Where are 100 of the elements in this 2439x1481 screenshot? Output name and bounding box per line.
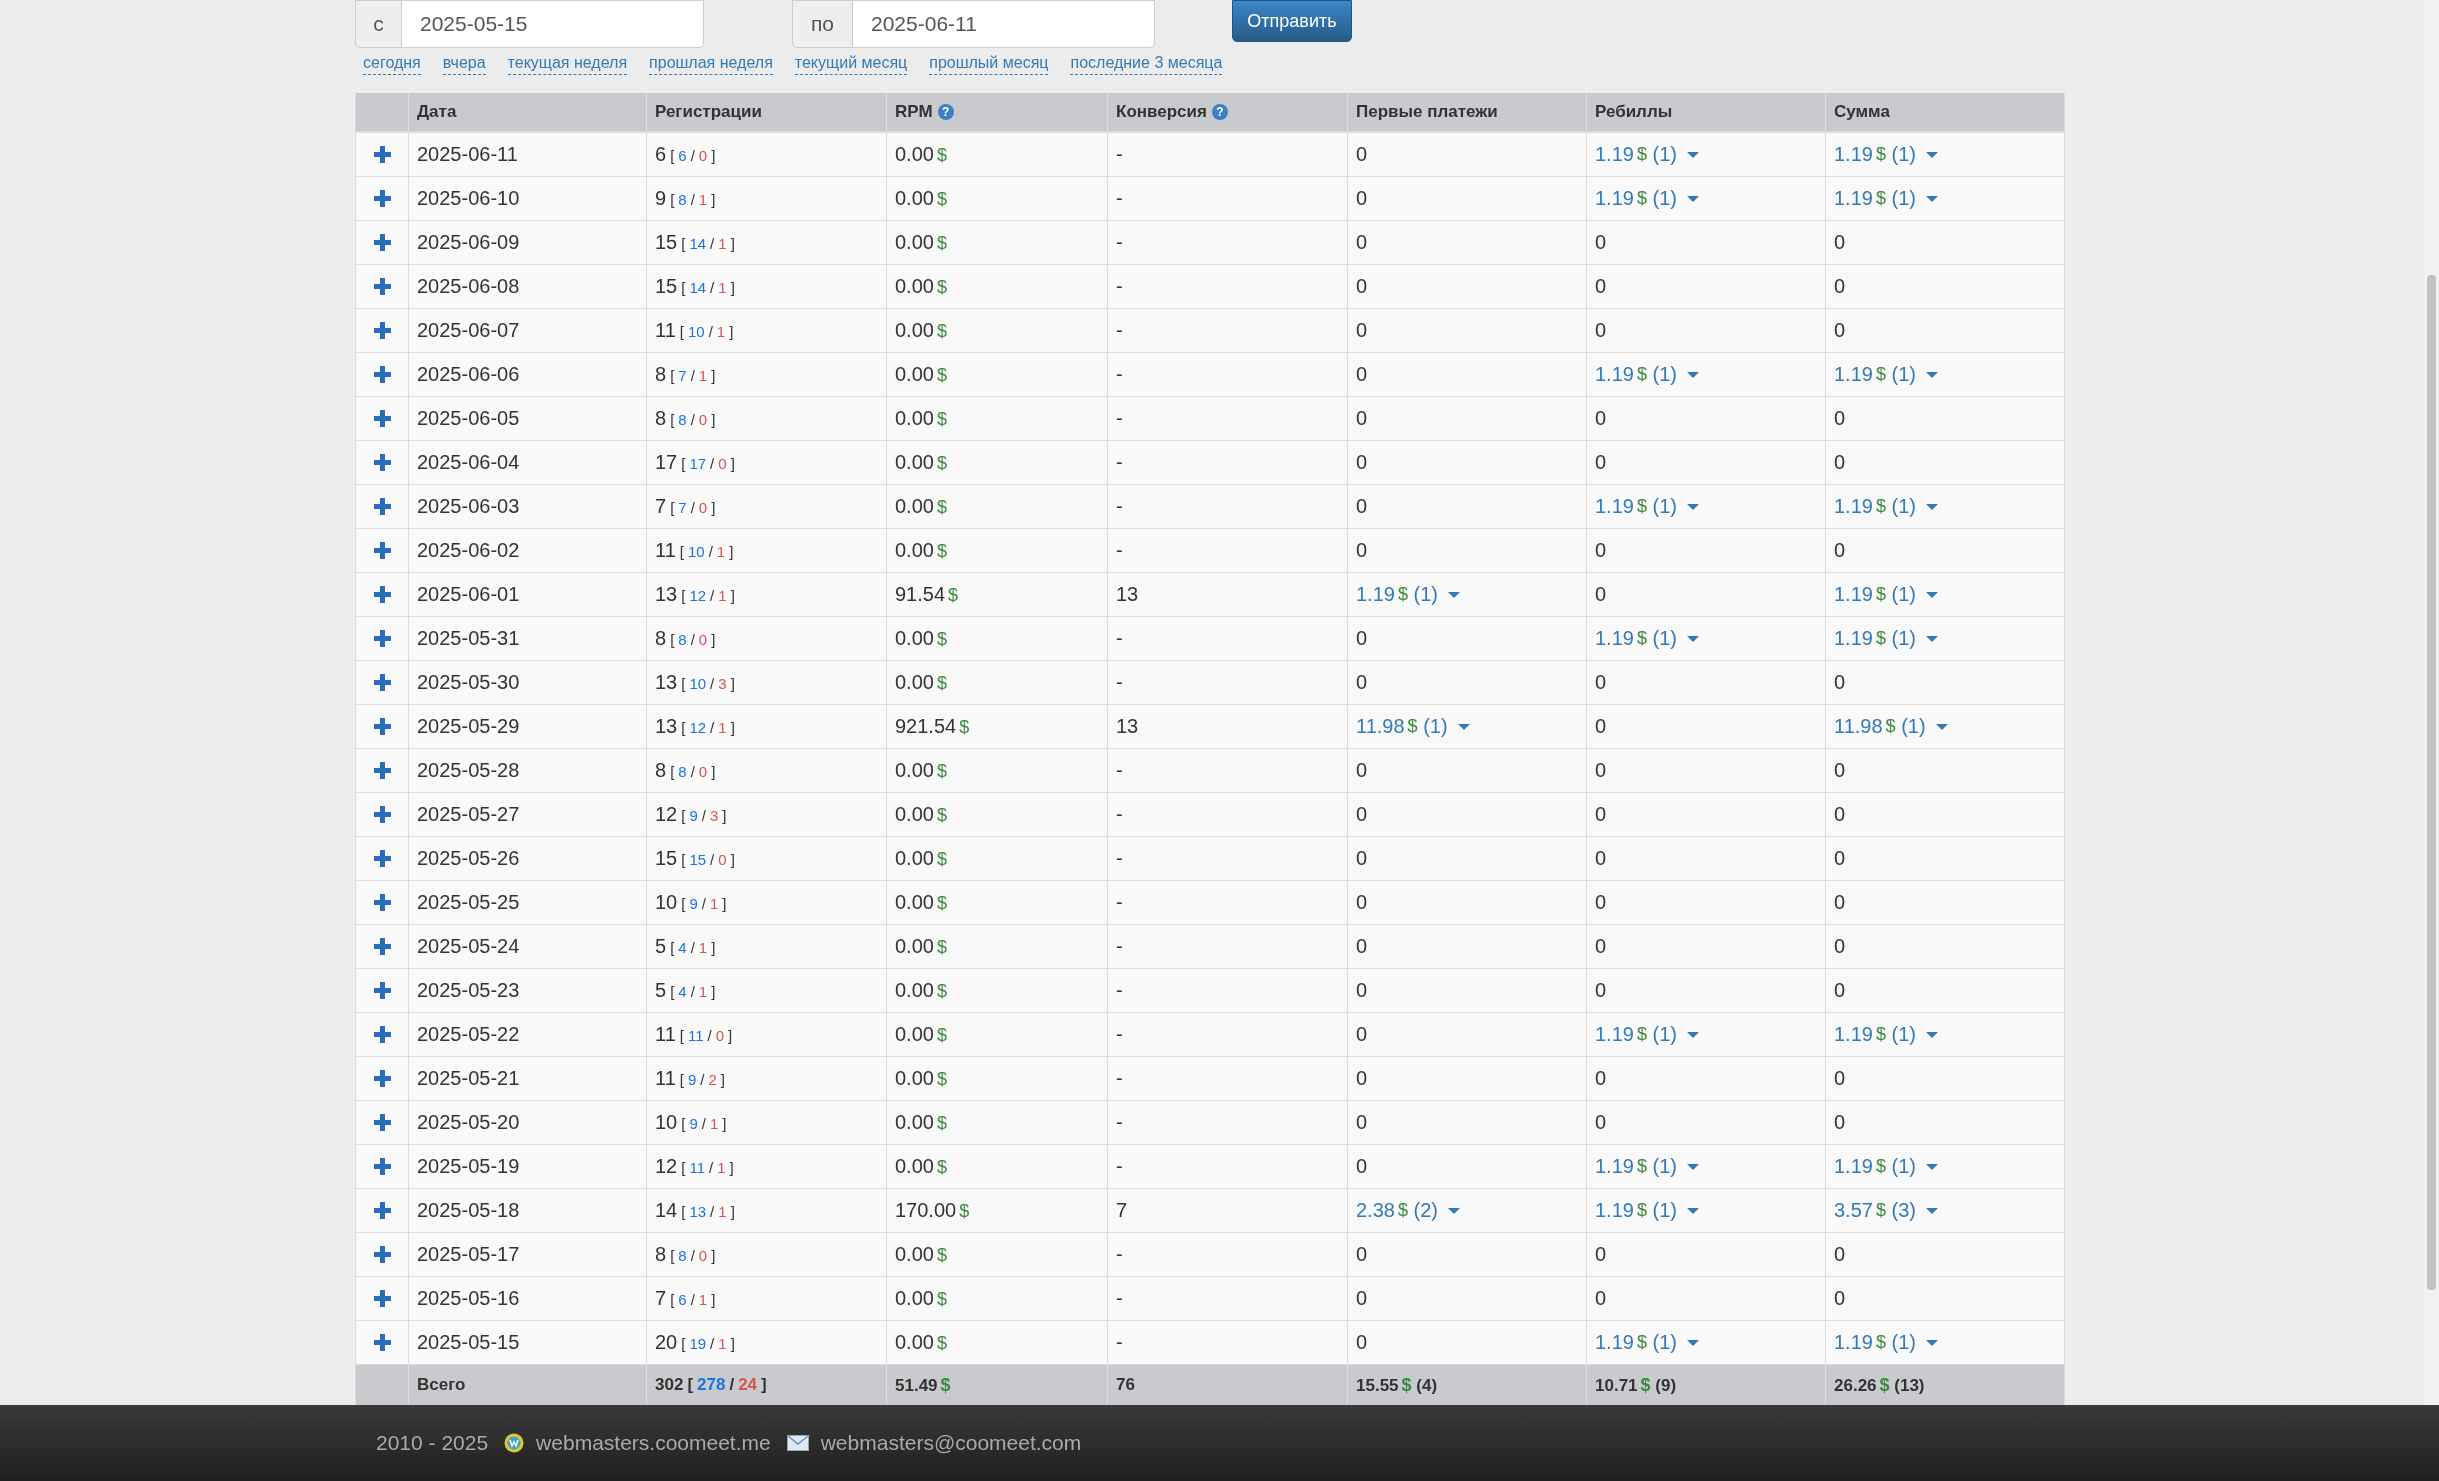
good-count: 7 [678,499,687,516]
expand-plus-icon[interactable] [373,1026,391,1043]
bracket-text: ] [722,1115,727,1132]
amount-dropdown[interactable]: 1.19$ (1) [1595,363,1699,386]
date-preset-link[interactable]: прошлая неделя [649,54,773,75]
amount-text: 0 [1356,891,1368,914]
amount-dropdown[interactable]: 1.19$ (1) [1834,627,1938,650]
expand-plus-icon[interactable] [373,322,391,339]
expand-plus-icon[interactable] [373,894,391,911]
scrollbar[interactable] [2424,0,2439,1405]
amount-dropdown[interactable]: 1.19$ (1) [1834,495,1938,518]
amount-dropdown[interactable]: 1.19$ (1) [1834,363,1938,386]
conversion-text: - [1116,627,1123,650]
email-link[interactable]: webmasters@coomeet.com [820,1431,1082,1455]
date-text: 2025-05-18 [417,1199,520,1222]
amount-dropdown[interactable]: 11.98$ (1) [1834,715,1948,738]
expand-plus-icon[interactable] [373,1158,391,1175]
amount-text: 0 [1595,231,1607,254]
amount-dropdown[interactable]: 1.19$ (1) [1595,187,1699,210]
help-icon[interactable]: ? [1211,104,1228,120]
amount-dropdown[interactable]: 1.19$ (1) [1595,1155,1699,1178]
date-text: 2025-05-24 [417,935,520,958]
expand-plus-icon[interactable] [373,146,391,163]
amount-dropdown[interactable]: 11.98$ (1) [1356,715,1470,738]
date-preset-link[interactable]: текущий месяц [794,54,908,75]
amount-dropdown[interactable]: 1.19$ (1) [1834,1155,1938,1178]
separator-text: / [690,1247,695,1264]
amount-dropdown[interactable]: 1.19$ (1) [1595,1199,1699,1222]
expand-plus-icon[interactable] [373,454,391,471]
rpm-text: 0.00$ [895,275,947,298]
expand-plus-icon[interactable] [373,806,391,823]
good-count: 4 [678,983,687,1000]
to-date-field[interactable]: 2025-06-11 [852,0,1155,48]
expand-plus-icon[interactable] [373,542,391,559]
date-preset-link[interactable]: текущая неделя [507,54,628,75]
expand-plus-icon[interactable] [373,1114,391,1131]
expand-plus-icon[interactable] [373,498,391,515]
date-text: 2025-06-01 [417,583,520,606]
amount-dropdown[interactable]: 1.19$ (1) [1595,1023,1699,1046]
expand-plus-icon[interactable] [373,1070,391,1087]
reg-count: 8 [655,363,667,386]
expand-plus-icon[interactable] [373,234,391,251]
expand-plus-icon[interactable] [373,278,391,295]
expand-plus-icon[interactable] [373,718,391,735]
separator-text: / [690,983,695,1000]
expand-plus-icon[interactable] [373,366,391,383]
amount-dropdown[interactable]: 1.19$ (1) [1595,143,1699,166]
expand-plus-icon[interactable] [373,762,391,779]
amount-dropdown[interactable]: 1.19$ (1) [1595,1331,1699,1354]
column-header: Регистрации [655,102,762,122]
rpm-text: 0.00$ [895,803,947,826]
expand-plus-icon[interactable] [373,1202,391,1219]
reg-count: 11 [655,1023,676,1046]
from-date-field[interactable]: 2025-05-15 [401,0,704,48]
amount-dropdown[interactable]: 1.19$ (1) [1834,187,1938,210]
expand-plus-icon[interactable] [373,630,391,647]
expand-plus-icon[interactable] [373,938,391,955]
expand-plus-icon[interactable] [373,982,391,999]
expand-plus-icon[interactable] [373,586,391,603]
amount-dropdown[interactable]: 1.19$ (1) [1595,627,1699,650]
amount-dropdown[interactable]: 2.38$ (2) [1356,1199,1460,1222]
bracket-text: ] [722,807,727,824]
bad-count: 0 [698,763,708,780]
expand-plus-icon[interactable] [373,850,391,867]
amount-dropdown[interactable]: 1.19$ (1) [1595,495,1699,518]
expand-plus-icon[interactable] [373,190,391,207]
date-preset-link[interactable]: последние 3 месяца [1070,54,1223,75]
submit-button[interactable]: Отправить [1232,0,1352,42]
amount-text: 0 [1595,1111,1607,1134]
expand-plus-icon[interactable] [373,410,391,427]
expand-plus-icon[interactable] [373,1246,391,1263]
amount-text: 0 [1356,363,1368,386]
amount-dropdown[interactable]: 1.19$ (1) [1834,1331,1938,1354]
amount-text: 0 [1595,539,1607,562]
separator-text: / [701,895,706,912]
amount-dropdown[interactable]: 1.19$ (1) [1834,143,1938,166]
conversion-text: - [1116,1067,1123,1090]
date-preset-link[interactable]: вчера [442,54,486,75]
bracket-text: [ [670,367,675,384]
separator-text: / [690,631,695,648]
reg-count: 302 [655,1375,684,1395]
separator-text: / [710,719,715,736]
date-preset-link[interactable]: прошлый месяц [929,54,1049,75]
expand-plus-icon[interactable] [373,1290,391,1307]
bracket-text: [ [679,1027,684,1044]
amount-text: 0 [1834,935,1846,958]
date-preset-link[interactable]: сегодня [363,54,421,75]
expand-plus-icon[interactable] [373,1334,391,1351]
expand-plus-icon[interactable] [373,674,391,691]
amount-dropdown[interactable]: 3.57$ (3) [1834,1199,1938,1222]
bracket-text: ] [722,895,727,912]
amount-dropdown[interactable]: 1.19$ (1) [1834,583,1938,606]
rpm-text: 0.00$ [895,539,947,562]
separator-text: / [708,543,713,560]
amount-text: 0 [1356,1111,1368,1134]
amount-dropdown[interactable]: 1.19$ (1) [1834,1023,1938,1046]
site-link[interactable]: webmasters.coomeet.me [536,1431,771,1455]
help-icon[interactable]: ? [937,104,954,120]
amount-dropdown[interactable]: 1.19$ (1) [1356,583,1460,606]
bracket-text: ] [729,323,734,340]
